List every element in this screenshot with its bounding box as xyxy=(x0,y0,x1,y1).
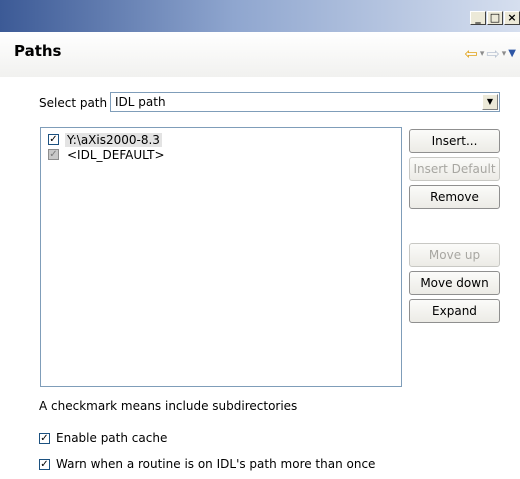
maximize-button[interactable]: □ xyxy=(487,11,503,25)
move-down-button[interactable]: Move down xyxy=(409,271,500,295)
remove-button[interactable]: Remove xyxy=(409,185,500,209)
select-path-label: Select path xyxy=(39,96,108,110)
warn-duplicate-label: Warn when a routine is on IDL's path mor… xyxy=(56,457,376,471)
path-label: <IDL_DEFAULT> xyxy=(67,147,165,162)
include-subdirs-checkbox[interactable]: ✓ xyxy=(48,149,59,160)
warn-duplicate-option[interactable]: ✓ Warn when a routine is on IDL's path m… xyxy=(39,457,375,471)
expand-button[interactable]: Expand xyxy=(409,299,500,323)
list-item[interactable]: ✓ Y:\aXis2000-8.3 xyxy=(48,132,162,147)
back-history-caret-icon[interactable]: ▾ xyxy=(480,49,485,59)
page-title: Paths xyxy=(14,42,62,60)
path-list[interactable]: ✓ Y:\aXis2000-8.3 ✓ <IDL_DEFAULT> xyxy=(40,127,402,387)
enable-cache-checkbox[interactable]: ✓ xyxy=(39,432,50,444)
select-path-value: IDL path xyxy=(115,95,166,109)
back-arrow-icon[interactable]: ⇦ xyxy=(464,44,477,63)
checkmark-hint: A checkmark means include subdirectories xyxy=(39,399,298,413)
list-item[interactable]: ✓ <IDL_DEFAULT> xyxy=(48,147,167,162)
close-button[interactable]: × xyxy=(504,11,520,25)
dropdown-arrow-icon[interactable]: ▼ xyxy=(482,94,498,110)
page-header: Paths ⇦ ▾ ⇨ ▾ ▼ xyxy=(0,32,520,77)
enable-cache-label: Enable path cache xyxy=(56,431,168,445)
move-up-button[interactable]: Move up xyxy=(409,243,500,267)
include-subdirs-checkbox[interactable]: ✓ xyxy=(48,134,59,145)
insert-default-button[interactable]: Insert Default xyxy=(409,157,500,181)
warn-duplicate-checkbox[interactable]: ✓ xyxy=(39,458,50,470)
window-controls: _ □ × xyxy=(469,11,520,25)
insert-button[interactable]: Insert... xyxy=(409,129,500,153)
window-titlebar: _ □ × xyxy=(0,0,520,32)
path-label: Y:\aXis2000-8.3 xyxy=(65,132,162,147)
select-path-dropdown[interactable]: IDL path ▼ xyxy=(110,92,500,112)
enable-cache-option[interactable]: ✓ Enable path cache xyxy=(39,431,167,445)
forward-arrow-icon[interactable]: ⇨ xyxy=(486,44,499,63)
forward-history-caret-icon[interactable]: ▾ xyxy=(502,49,507,59)
view-menu-icon[interactable]: ▼ xyxy=(508,48,516,59)
navigation-toolbar: ⇦ ▾ ⇨ ▾ ▼ xyxy=(464,44,516,63)
minimize-button[interactable]: _ xyxy=(470,11,486,25)
